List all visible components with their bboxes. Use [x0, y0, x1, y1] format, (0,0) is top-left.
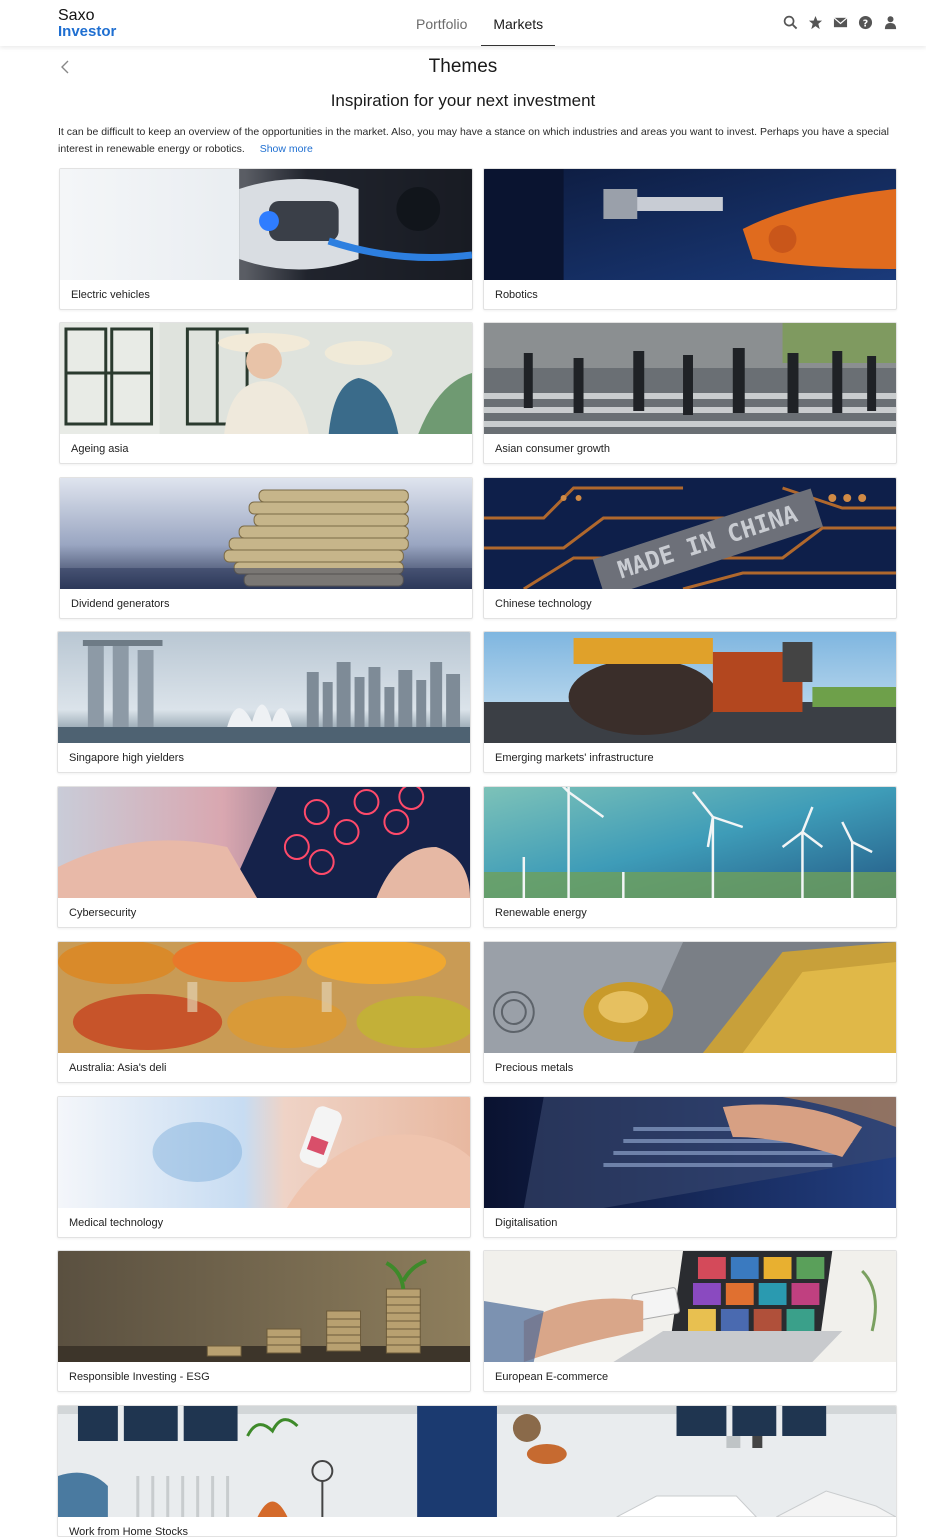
theme-card-ageing-asia[interactable]: Ageing asia: [59, 322, 473, 464]
ageing-asia-image: [60, 323, 472, 434]
page-subtitle: Inspiration for your next investment: [330, 91, 596, 110]
theme-card-electric-vehicles[interactable]: Electric vehicles: [59, 168, 473, 310]
theme-card-label: European E-commerce: [495, 1371, 609, 1383]
theme-card-label: Work from Home Stocks: [69, 1526, 188, 1537]
theme-card-asian-consumer-growth[interactable]: Asian consumer growth: [483, 322, 897, 464]
intro-text: It can be difficult to keep an overview …: [58, 126, 889, 155]
theme-card-emerging-markets-infrastructure[interactable]: Emerging markets' infrastructure: [483, 631, 897, 773]
search-icon[interactable]: [782, 14, 798, 30]
theme-card-precious-metals[interactable]: Precious metals: [483, 941, 897, 1083]
svg-text:?: ?: [862, 18, 867, 29]
mail-icon[interactable]: [832, 14, 848, 30]
theme-card-robotics[interactable]: Robotics: [483, 168, 897, 310]
tab-markets[interactable]: Markets: [481, 0, 556, 46]
theme-card-label: Precious metals: [495, 1062, 574, 1074]
chinese-technology-image: MADE IN CHINA: [484, 478, 896, 589]
theme-card-digitalisation[interactable]: Digitalisation: [483, 1096, 897, 1238]
theme-card-label: Dividend generators: [71, 598, 170, 610]
cybersecurity-image: [58, 787, 470, 898]
theme-card-label: Electric vehicles: [71, 289, 150, 301]
singapore-high-yielders-image: [58, 632, 470, 743]
help-icon[interactable]: ?: [857, 14, 873, 30]
top-navigation-bar: Saxo Investor Portfolio Markets ?: [0, 0, 926, 46]
tab-portfolio[interactable]: Portfolio: [408, 0, 475, 46]
theme-card-label: Robotics: [495, 289, 538, 301]
digitalisation-image: [484, 1097, 896, 1208]
responsible-investing-esg-image: [58, 1251, 470, 1362]
theme-card-label: Australia: Asia's deli: [69, 1062, 167, 1074]
theme-card-label: Renewable energy: [495, 907, 587, 919]
logo-line-1: Saxo: [58, 7, 95, 24]
theme-card-medical-technology[interactable]: Medical technology: [57, 1096, 471, 1238]
medical-technology-image: [58, 1097, 470, 1208]
theme-card-label: Digitalisation: [495, 1217, 558, 1229]
theme-card-label: Medical technology: [69, 1217, 164, 1229]
saxo-investor-logo[interactable]: Saxo Investor: [58, 8, 116, 40]
theme-card-chinese-technology[interactable]: MADE IN CHINA Chinese technology: [483, 477, 897, 619]
theme-card-renewable-energy[interactable]: Renewable energy: [483, 786, 897, 928]
australia-asias-deli-image: [58, 942, 470, 1053]
theme-card-label: Asian consumer growth: [495, 443, 610, 455]
precious-metals-image: [484, 942, 896, 1053]
theme-card-work-from-home-stocks[interactable]: Work from Home Stocks: [57, 1405, 897, 1537]
user-icon[interactable]: [882, 14, 898, 30]
theme-card-label: Singapore high yielders: [69, 752, 184, 764]
dividend-generators-image: [60, 478, 472, 589]
theme-card-dividend-generators[interactable]: Dividend generators: [59, 477, 473, 619]
renewable-energy-image: [484, 787, 896, 898]
emerging-markets-infrastructure-image: [484, 632, 896, 743]
main-nav: Portfolio Markets: [408, 0, 561, 46]
page-title: Themes: [428, 56, 498, 77]
star-icon[interactable]: [807, 14, 823, 30]
electric-vehicles-image: [60, 169, 472, 280]
logo-line-2: Investor: [58, 23, 117, 40]
theme-card-singapore-high-yielders[interactable]: Singapore high yielders: [57, 631, 471, 773]
theme-card-australia-asias-deli[interactable]: Australia: Asia's deli: [57, 941, 471, 1083]
theme-card-label: Emerging markets' infrastructure: [495, 752, 654, 764]
theme-card-responsible-investing-esg[interactable]: Responsible Investing - ESG: [57, 1250, 471, 1392]
theme-card-label: Responsible Investing - ESG: [69, 1371, 210, 1383]
theme-card-label: Ageing asia: [71, 443, 129, 455]
work-from-home-stocks-image: [58, 1406, 896, 1517]
header-icons: ?: [782, 14, 898, 30]
robotics-image: [484, 169, 896, 280]
theme-card-cybersecurity[interactable]: Cybersecurity: [57, 786, 471, 928]
theme-card-label: Chinese technology: [495, 598, 592, 610]
european-e-commerce-image: [484, 1251, 896, 1362]
theme-card-european-e-commerce[interactable]: European E-commerce: [483, 1250, 897, 1392]
theme-card-label: Cybersecurity: [69, 907, 137, 919]
asian-consumer-growth-image: [484, 323, 896, 434]
show-more-link[interactable]: Show more: [260, 143, 313, 155]
intro-paragraph: It can be difficult to keep an overview …: [58, 124, 900, 157]
